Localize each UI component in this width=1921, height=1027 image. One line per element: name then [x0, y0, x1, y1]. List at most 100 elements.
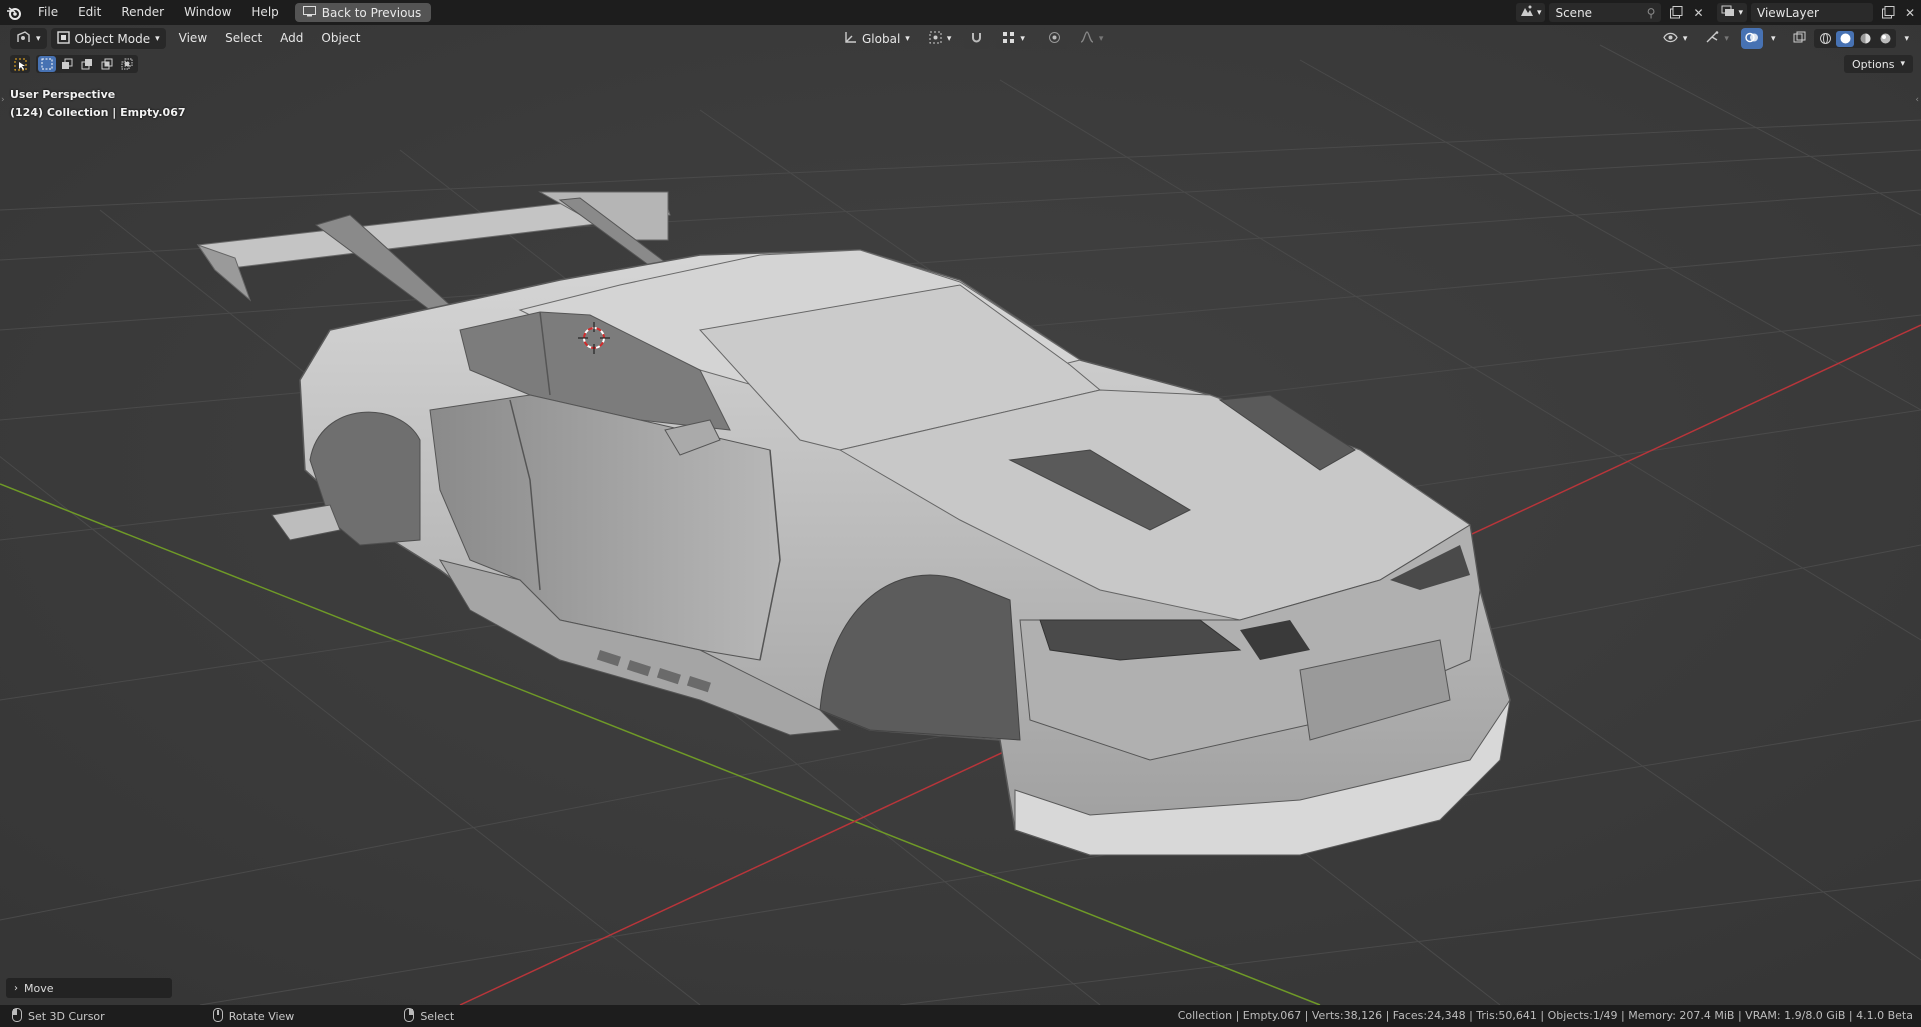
scene-statistics: Collection | Empty.067 | Verts:38,126 | …: [1177, 1009, 1913, 1022]
snap-target-dropdown[interactable]: ▾: [996, 28, 1031, 49]
status-left-click: Set 3D Cursor: [12, 1007, 105, 1025]
3d-viewport[interactable]: ▾ Object Mode ▾ View Select Add Object G…: [0, 25, 1921, 1005]
editor-type-button[interactable]: ▾: [10, 28, 47, 49]
sidebar-toggle-arrow[interactable]: ‹: [1915, 95, 1919, 105]
wireframe-shading-icon[interactable]: [1816, 31, 1834, 47]
tool-settings-row: [10, 55, 138, 73]
snap-grid-icon: [1002, 31, 1015, 47]
viewport-scene: [0, 25, 1921, 1005]
chevron-down-icon: ▾: [1904, 33, 1909, 44]
mouse-left-icon: [12, 1007, 22, 1025]
snap-toggle[interactable]: [964, 28, 990, 49]
scene-browse-button[interactable]: ▾: [1515, 3, 1546, 22]
gizmo-dropdown[interactable]: ▾: [1699, 28, 1735, 49]
scene-name-field[interactable]: Scene ⚲: [1549, 3, 1662, 22]
falloff-curve-icon: [1080, 31, 1094, 46]
back-to-previous-label: Back to Previous: [321, 5, 422, 20]
view-layer-icon: [1721, 5, 1735, 20]
menu-edit[interactable]: Edit: [68, 0, 111, 25]
orientation-label: Global: [862, 31, 901, 46]
selection-mode-group: [36, 55, 138, 73]
menu-object[interactable]: Object: [312, 25, 369, 52]
toolbar-toggle-arrow[interactable]: ›: [1, 95, 5, 105]
eye-icon: [1663, 32, 1678, 46]
shading-mode-group: [1814, 29, 1897, 48]
rendered-shading-icon[interactable]: [1876, 31, 1894, 47]
operator-label: Move: [24, 981, 54, 995]
invert-selection-icon[interactable]: [98, 56, 116, 72]
status-bar: Set 3D Cursor Rotate View Select Collect…: [0, 1005, 1921, 1027]
menu-render[interactable]: Render: [111, 0, 174, 25]
transform-tools: Global ▾ ▾ ▾ ▾: [834, 28, 1109, 49]
shading-options-dropdown[interactable]: ▾: [1898, 28, 1915, 49]
chevron-down-icon: ▾: [36, 33, 41, 44]
chevron-down-icon: ▾: [946, 33, 952, 44]
xray-icon: [1793, 31, 1806, 47]
delete-view-layer-icon[interactable]: ✕: [1899, 3, 1921, 22]
set-new-selection-icon[interactable]: [38, 56, 56, 72]
object-mode-dropdown[interactable]: Object Mode ▾: [50, 28, 166, 49]
transform-orientation-dropdown[interactable]: Global ▾: [838, 28, 916, 49]
options-label: Options: [1852, 57, 1895, 71]
right-click-action: Select: [420, 1009, 455, 1023]
extend-selection-icon[interactable]: [58, 56, 76, 72]
menu-window[interactable]: Window: [174, 0, 241, 25]
solid-shading-icon[interactable]: [1836, 30, 1855, 47]
back-to-previous-button[interactable]: Back to Previous: [294, 3, 432, 22]
pivot-icon: [929, 31, 942, 47]
menu-help[interactable]: Help: [241, 0, 288, 25]
overlays-toggle[interactable]: [1740, 28, 1763, 49]
object-mode-label: Object Mode: [74, 31, 151, 46]
scene-icon: [1520, 5, 1534, 20]
proportional-editing-toggle[interactable]: [1041, 28, 1067, 49]
object-mode-icon: [56, 30, 70, 47]
view-layer-name: ViewLayer: [1757, 5, 1819, 20]
status-middle-click: Rotate View: [212, 1007, 295, 1025]
chevron-down-icon: ▾: [1724, 33, 1729, 44]
chevron-right-icon: ›: [14, 982, 18, 994]
xray-toggle[interactable]: [1787, 28, 1812, 49]
menu-view[interactable]: View: [170, 25, 216, 52]
select-tool-icon[interactable]: [10, 55, 30, 73]
viewport-info-overlay: User Perspective (124) Collection | Empt…: [10, 86, 186, 122]
3d-viewport-icon: [16, 30, 31, 47]
scene-name: Scene: [1555, 5, 1593, 20]
viewport-header: ▾ Object Mode ▾ View Select Add Object G…: [0, 25, 1921, 52]
options-dropdown[interactable]: Options ▾: [1844, 55, 1913, 73]
mouse-right-icon: [404, 1007, 415, 1025]
status-right-click: Select: [404, 1007, 455, 1025]
viewport-shading-controls: ▾ ▾ ▾ ▾: [1653, 28, 1915, 49]
perspective-label: User Perspective: [10, 88, 116, 101]
menu-select[interactable]: Select: [216, 25, 271, 52]
menu-file[interactable]: File: [28, 0, 68, 25]
middle-click-action: Rotate View: [228, 1009, 295, 1023]
chevron-down-icon: ▾: [905, 33, 910, 44]
mouse-middle-icon: [212, 1007, 223, 1025]
overlays-dropdown[interactable]: ▾: [1765, 28, 1782, 49]
new-view-layer-icon[interactable]: [1877, 3, 1899, 22]
view-layer-name-field[interactable]: ViewLayer: [1751, 3, 1873, 22]
last-operator-panel[interactable]: › Move: [6, 978, 172, 998]
material-shading-icon[interactable]: [1856, 31, 1874, 47]
overlays-icon: [1745, 31, 1759, 47]
chevron-down-icon: ▾: [155, 33, 160, 44]
chevron-down-icon: ▾: [1900, 59, 1905, 69]
top-bar: File Edit Render Window Help Back to Pre…: [0, 0, 1921, 25]
falloff-dropdown[interactable]: ▾: [1074, 28, 1110, 49]
pin-icon[interactable]: ⚲: [1647, 6, 1656, 20]
active-object-label: (124) Collection | Empty.067: [10, 106, 186, 119]
chevron-down-icon: ▾: [1682, 33, 1688, 44]
chevron-down-icon: ▾: [1098, 33, 1104, 44]
magnet-icon: [970, 31, 983, 47]
blender-logo-icon[interactable]: [0, 0, 28, 25]
intersect-selection-icon[interactable]: [118, 56, 136, 72]
delete-scene-icon[interactable]: ✕: [1687, 3, 1709, 22]
menu-add[interactable]: Add: [271, 25, 312, 52]
chevron-down-icon: ▾: [1770, 33, 1776, 44]
object-visibility-dropdown[interactable]: ▾: [1657, 28, 1694, 49]
subtract-selection-icon[interactable]: [78, 56, 96, 72]
orientation-icon: [844, 31, 857, 47]
pivot-point-dropdown[interactable]: ▾: [923, 28, 958, 49]
new-scene-icon[interactable]: [1665, 3, 1687, 22]
view-layer-browse-button[interactable]: ▾: [1717, 3, 1747, 22]
